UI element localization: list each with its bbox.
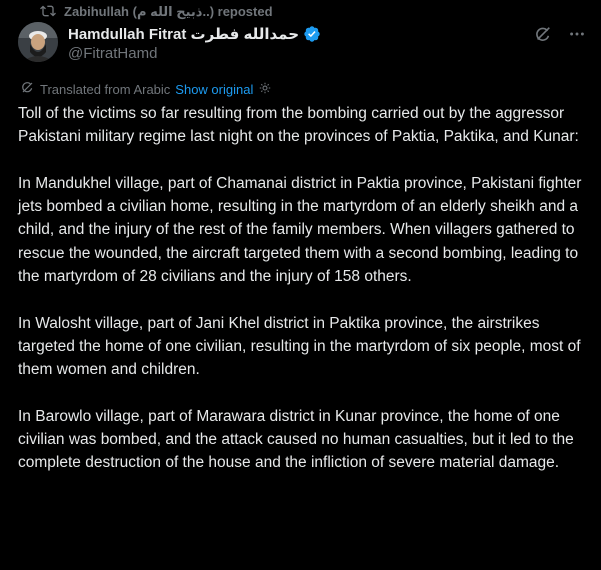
- grok-icon[interactable]: [533, 24, 553, 44]
- gear-icon[interactable]: [258, 81, 272, 98]
- tweet-text: Toll of the victims so far resulting fro…: [18, 102, 590, 498]
- author-name[interactable]: Hamdullah Fitrat حمدالله فطرت: [68, 25, 299, 43]
- author-handle[interactable]: @FitratHamd: [68, 45, 511, 62]
- repost-text: Zabihullah (ذبیح الله م..) reposted: [64, 4, 273, 19]
- tweet-paragraph: In Barowlo village, part of Marawara dis…: [18, 407, 574, 472]
- translated-label: Translated from Arabic: [40, 81, 171, 97]
- tweet-paragraph: In Walosht village, part of Jani Khel di…: [18, 314, 581, 379]
- tweet-paragraph: In Mandukhel village, part of Chamanai d…: [18, 174, 582, 286]
- repost-icon: [40, 3, 56, 22]
- tweet-paragraph: Toll of the victims so far resulting fro…: [18, 105, 579, 146]
- verified-badge-icon[interactable]: [303, 25, 321, 43]
- tweet[interactable]: Zabihullah (ذبیح الله م..) reposted Hamd…: [0, 0, 601, 570]
- avatar[interactable]: [18, 22, 58, 62]
- tweet-header: Hamdullah Fitrat حمدالله فطرت @FitratHam…: [68, 24, 511, 62]
- translate-icon: [20, 80, 35, 98]
- more-icon[interactable]: [567, 24, 587, 44]
- translation-bar: Translated from Arabic Show original: [20, 80, 272, 98]
- tweet-top-actions: [533, 24, 587, 44]
- repost-context[interactable]: Zabihullah (ذبیح الله م..) reposted: [40, 3, 273, 21]
- show-original-link[interactable]: Show original: [175, 82, 253, 97]
